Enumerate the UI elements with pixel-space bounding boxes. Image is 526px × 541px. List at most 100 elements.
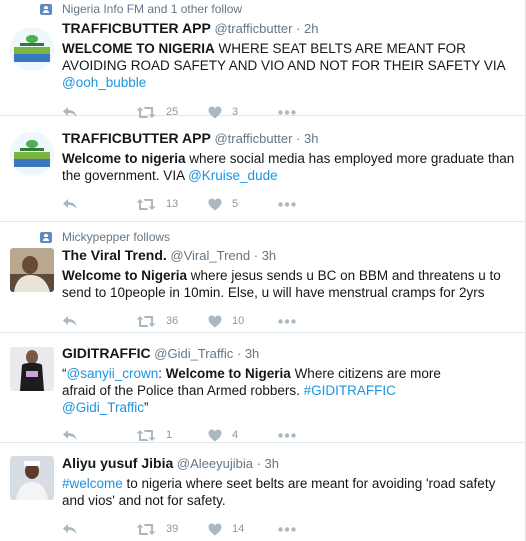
author-name[interactable]: TRAFFICBUTTER APP [62,130,211,146]
like-button[interactable]: 14 [208,523,278,536]
tweet-text-segment: Welcome to Nigeria [165,366,291,381]
author-handle[interactable]: @trafficbutter [214,131,292,146]
timestamp[interactable]: 3h [245,346,259,361]
reply-icon [63,430,77,440]
avatar[interactable] [10,27,54,71]
tweet[interactable]: Aliyu yusuf Jibia @Aleeyujibia · 3h #wel… [0,443,525,541]
tweet[interactable]: Nigeria Info FM and 1 other follow TRAFF… [0,0,525,118]
tweet-text: Welcome to nigeria where social media ha… [62,150,515,184]
more-icon [278,318,296,324]
reply-button[interactable] [62,315,136,327]
social-context: Mickypepper follows [40,228,515,246]
tweet-text: WELCOME TO NIGERIA WHERE SEAT BELTS ARE … [62,40,515,91]
separator: · [236,346,242,361]
separator: · [256,456,261,471]
more-button[interactable] [278,318,296,324]
tweet[interactable]: GIDITRAFFIC @Gidi_Traffic · 3h “@sanyii_… [0,333,525,443]
tweet-link[interactable]: @sanyii_crown [67,366,159,381]
retweet-button[interactable]: 36 [136,315,208,328]
retweet-button[interactable]: 39 [136,523,208,536]
reply-button[interactable] [62,198,136,210]
tweet-link[interactable]: #welcome [62,476,123,491]
tweet-actions: 13 5 [62,189,515,219]
tweet-link[interactable]: @Gidi_Traffic [62,400,144,415]
more-button[interactable] [278,432,296,438]
separator: · [253,248,259,263]
author-name[interactable]: TRAFFICBUTTER APP [62,20,211,36]
retweet-button[interactable]: 1 [136,429,208,442]
like-count: 10 [232,315,245,327]
reply-icon [63,524,77,534]
heart-icon [208,198,222,210]
social-context-text[interactable]: Nigeria Info FM and 1 other follow [62,2,242,16]
timestamp[interactable]: 3h [262,248,276,263]
like-count: 5 [232,198,239,210]
like-button[interactable]: 10 [208,315,278,328]
tweet-text-segment: ” [143,400,149,415]
tweet-text-segment: : [158,366,166,381]
more-button[interactable] [278,201,296,207]
tweet-header: TRAFFICBUTTER APP @trafficbutter · 3h [62,130,515,147]
tweet-actions: 36 10 [62,306,515,336]
like-count: 14 [232,523,245,535]
more-icon [278,109,296,115]
more-button[interactable] [278,109,296,115]
tweet-text-segment: Welcome to nigeria [62,151,186,166]
tweet-text-segment: Welcome to Nigeria [62,268,188,283]
retweet-count: 39 [166,523,179,535]
tweet-actions: 39 14 [62,514,515,541]
tweet-text-segment: to nigeria where seet belts are meant fo… [62,476,496,508]
tweet-text: #welcome to nigeria where seet belts are… [62,475,515,509]
author-name[interactable]: GIDITRAFFIC [62,345,151,361]
heart-icon [208,523,222,535]
timestamp[interactable]: 2h [304,21,318,36]
timestamp[interactable]: 3h [265,456,279,471]
avatar[interactable] [10,132,54,176]
retweet-count: 1 [166,429,173,441]
reply-icon [63,316,77,326]
separator: · [296,21,301,36]
author-handle[interactable]: @Gidi_Traffic [154,346,233,361]
tweet[interactable]: TRAFFICBUTTER APP @trafficbutter · 3h We… [0,116,525,222]
retweet-count: 36 [166,315,179,327]
person-icon [40,3,52,15]
tweet[interactable]: Mickypepper follows The Viral Trend. @Vi… [0,222,525,333]
like-button[interactable]: 5 [208,198,278,211]
heart-icon [208,429,222,441]
tweet-header: TRAFFICBUTTER APP @trafficbutter · 2h [62,20,515,37]
separator: · [296,131,301,146]
tweet-link[interactable]: @ooh_bubble [62,75,146,90]
timeline: Nigeria Info FM and 1 other follow TRAFF… [0,0,526,541]
retweet-icon [136,523,156,535]
tweet-link[interactable]: #GIDITRAFFIC [304,383,396,398]
heart-icon [208,315,222,327]
timestamp[interactable]: 3h [304,131,318,146]
author-name[interactable]: Aliyu yusuf Jibia [62,455,173,471]
retweet-icon [136,198,156,210]
retweet-count: 13 [166,198,179,210]
author-handle[interactable]: @Viral_Trend [170,248,250,263]
reply-button[interactable] [62,429,136,441]
social-context-text[interactable]: Mickypepper follows [62,230,170,244]
avatar[interactable] [10,248,54,292]
tweet-header: Aliyu yusuf Jibia @Aleeyujibia · 3h [62,455,515,472]
more-icon [278,432,296,438]
retweet-button[interactable]: 13 [136,198,208,211]
avatar[interactable] [10,347,54,391]
tweet-text: Welcome to Nigeria where jesus sends u B… [62,267,515,301]
reply-icon [63,199,77,209]
tweet-header: The Viral Trend. @Viral_Trend · 3h [62,247,515,264]
more-icon [278,201,296,207]
more-button[interactable] [278,526,296,532]
retweet-icon [136,315,156,327]
author-handle[interactable]: @trafficbutter [214,21,292,36]
reply-button[interactable] [62,523,136,535]
author-handle[interactable]: @Aleeyujibia [177,456,253,471]
tweet-text-segment: WELCOME TO NIGERIA [62,41,215,56]
like-button[interactable]: 4 [208,429,278,442]
tweet-link[interactable]: @Kruise_dude [188,168,278,183]
social-context: Nigeria Info FM and 1 other follow [40,0,515,18]
person-icon [40,231,52,243]
author-name[interactable]: The Viral Trend. [62,247,167,263]
avatar[interactable] [10,456,54,500]
